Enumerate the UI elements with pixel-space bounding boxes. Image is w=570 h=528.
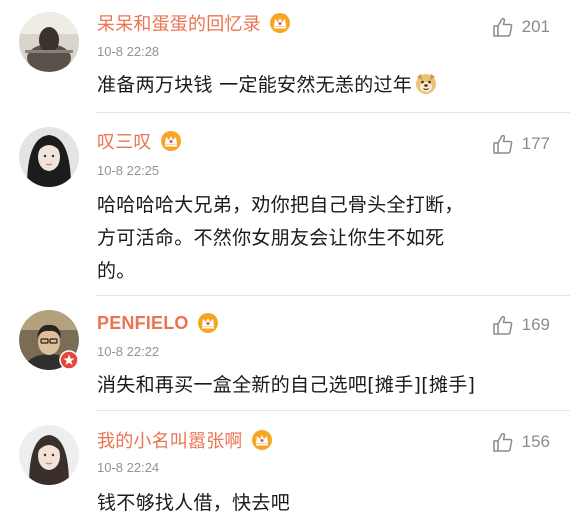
- comment-text-line: 钱不够找人借，快去吧: [97, 492, 291, 514]
- comment-text-line: 的。: [97, 260, 136, 282]
- red-star-badge-icon: [59, 350, 79, 370]
- vip-crown-badge-icon: [269, 12, 291, 34]
- comment-text: 准备两万块钱 一定能安然无恙的过年: [97, 70, 537, 100]
- comment-text-line: 哈哈哈哈大兄弟，劝你把自己骨头全打断，: [97, 194, 464, 216]
- comment-text-line: 准备两万块钱 一定能安然无恙的过年: [97, 74, 413, 96]
- like-count: 156: [521, 432, 550, 451]
- username-row: 呆呆和蛋蛋的回忆录: [97, 8, 291, 38]
- vip-crown-badge-icon: [197, 312, 219, 334]
- like-button[interactable]: 177: [492, 133, 550, 155]
- comment-item: PENFIELO 10-8 22:22 消失和再买一盒全新的自己选吧[摊手][摊…: [0, 296, 570, 410]
- avatar[interactable]: [19, 425, 79, 485]
- timestamp: 10-8 22:28: [97, 44, 160, 59]
- like-button[interactable]: 201: [492, 16, 550, 38]
- like-button[interactable]: 156: [492, 431, 550, 453]
- username[interactable]: 我的小名叫嚣张啊: [97, 427, 243, 453]
- thumbs-up-icon: [492, 134, 512, 154]
- username-row: 叹三叹: [97, 126, 182, 156]
- vip-crown-badge-icon: [160, 130, 182, 152]
- thumbs-up-icon: [492, 17, 512, 37]
- username[interactable]: 呆呆和蛋蛋的回忆录: [97, 10, 261, 36]
- doge-emoji-icon: [414, 71, 438, 95]
- comment-text: 消失和再买一盒全新的自己选吧[摊手][摊手]: [97, 370, 537, 400]
- timestamp: 10-8 22:25: [97, 163, 160, 178]
- comment-item: 我的小名叫嚣张啊 10-8 22:24 钱不够找人借，快去吧 156: [0, 411, 570, 528]
- comment-item: 叹三叹 10-8 22:25 哈哈哈哈大兄弟，劝你把自己骨头全打断， 方可活命。…: [0, 113, 570, 295]
- avatar[interactable]: [19, 127, 79, 187]
- avatar[interactable]: [19, 12, 79, 72]
- like-count: 177: [521, 134, 550, 153]
- username-row: 我的小名叫嚣张啊: [97, 425, 273, 455]
- avatar[interactable]: [19, 310, 79, 370]
- like-button[interactable]: 169: [492, 314, 550, 336]
- timestamp: 10-8 22:24: [97, 460, 160, 475]
- comment-text: 钱不够找人借，快去吧: [97, 488, 537, 518]
- like-count: 169: [521, 315, 550, 334]
- vip-crown-badge-icon: [251, 429, 273, 451]
- username[interactable]: 叹三叹: [97, 128, 152, 154]
- thumbs-up-icon: [492, 432, 512, 452]
- username-row: PENFIELO: [97, 308, 219, 338]
- comment-feed: 呆呆和蛋蛋的回忆录 10-8 22:28 准备两万块钱 一定能安然无恙的过年 2…: [0, 0, 570, 528]
- username[interactable]: PENFIELO: [97, 313, 189, 334]
- timestamp: 10-8 22:22: [97, 344, 160, 359]
- comment-text: 哈哈哈哈大兄弟，劝你把自己骨头全打断， 方可活命。不然你女朋友会让你生不如死 的…: [97, 189, 537, 288]
- comment-text-line: 方可活命。不然你女朋友会让你生不如死: [97, 227, 445, 249]
- thumbs-up-icon: [492, 315, 512, 335]
- comment-item: 呆呆和蛋蛋的回忆录 10-8 22:28 准备两万块钱 一定能安然无恙的过年 2…: [0, 0, 570, 112]
- like-count: 201: [521, 17, 550, 36]
- comment-text-line: 消失和再买一盒全新的自己选吧[摊手][摊手]: [97, 374, 476, 396]
